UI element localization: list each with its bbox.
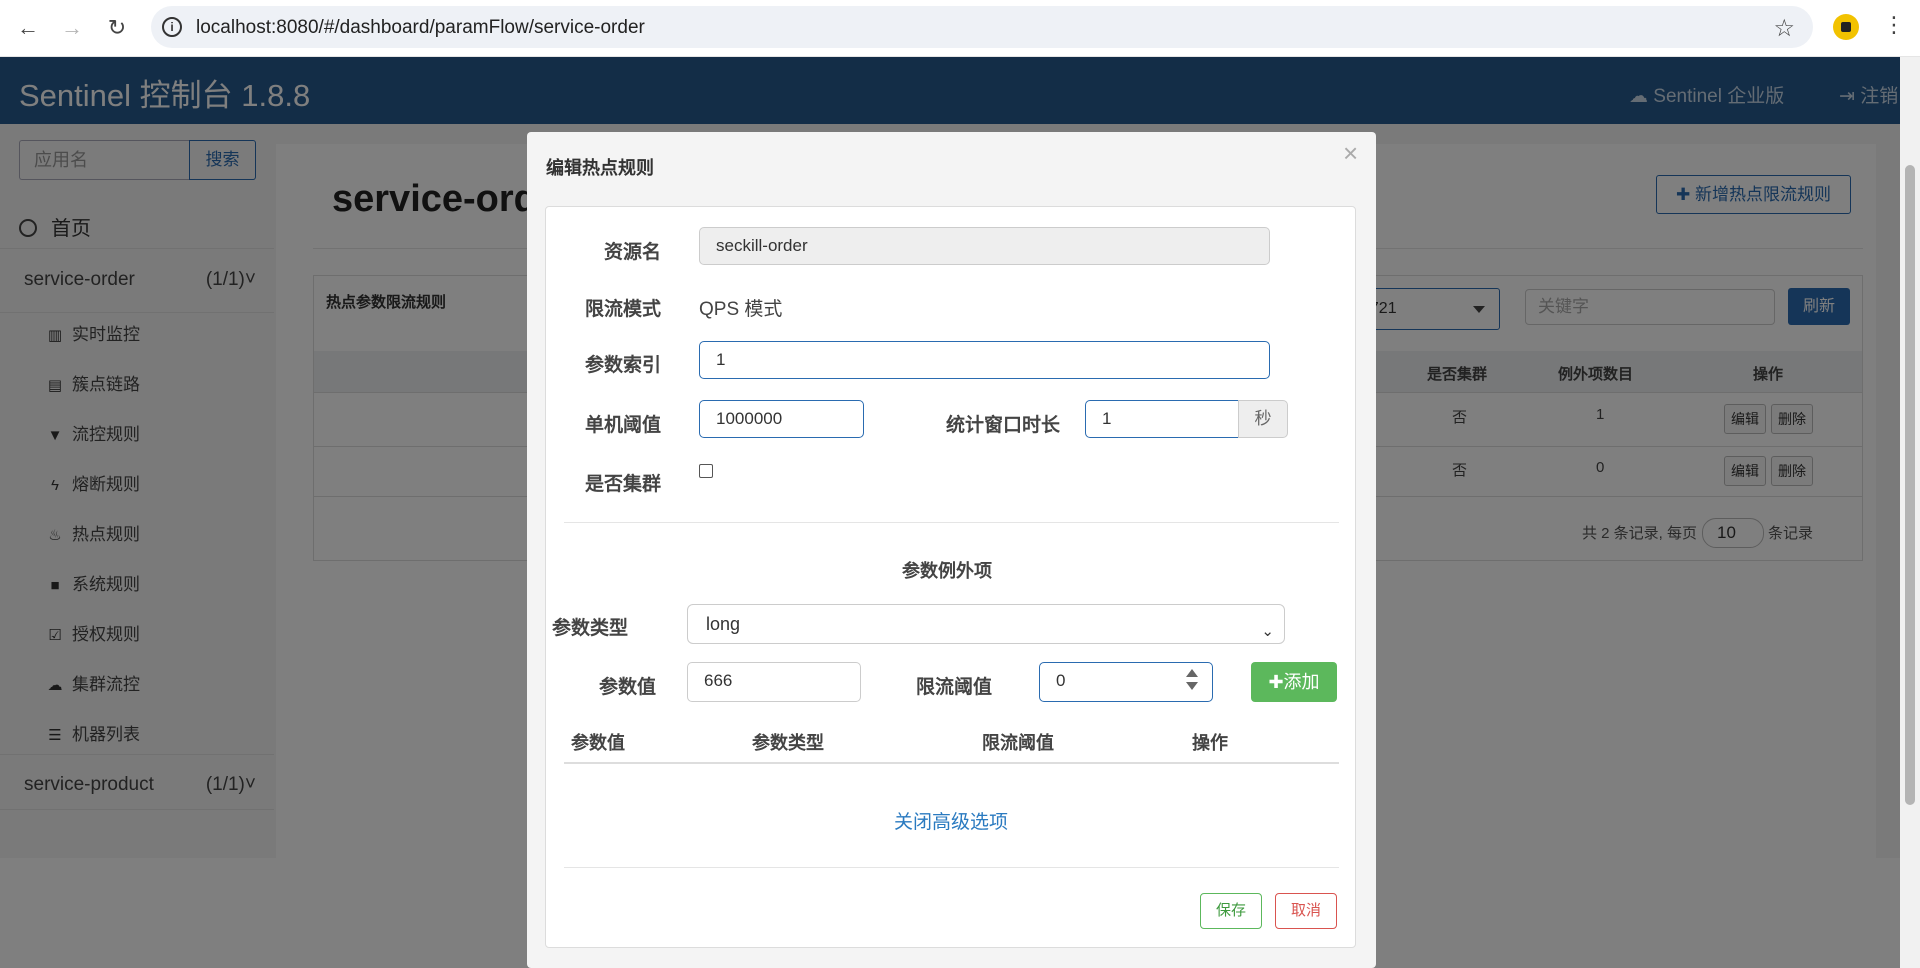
rule-form: 资源名 seckill-order 限流模式 QPS 模式 参数索引 1 单机阈…	[545, 206, 1356, 948]
spin-up-icon[interactable]	[1186, 669, 1198, 677]
url-text[interactable]: localhost:8080/#/dashboard/paramFlow/ser…	[196, 17, 645, 39]
param-type-label: 参数类型	[552, 618, 629, 639]
save-button[interactable]: 保存	[1200, 893, 1262, 929]
cluster-checkbox[interactable]	[699, 464, 713, 478]
exc-col-threshold: 限流阈值	[982, 733, 1054, 753]
back-arrow-icon[interactable]: ←	[14, 14, 42, 42]
window-label: 统计窗口时长	[945, 415, 1060, 436]
window-input[interactable]: 1	[1085, 400, 1239, 438]
param-value-input[interactable]: 666	[687, 662, 861, 702]
close-icon[interactable]: ×	[1343, 138, 1358, 169]
param-index-input[interactable]: 1	[699, 341, 1270, 379]
number-spinner[interactable]	[1186, 669, 1198, 693]
resource-label: 资源名	[603, 242, 661, 263]
exc-col-type: 参数类型	[752, 733, 824, 753]
mode-value: QPS 模式	[699, 299, 783, 320]
page-scrollbar[interactable]	[1900, 57, 1920, 968]
limit-threshold-value: 0	[1056, 671, 1066, 690]
limit-threshold-label: 限流阈值	[915, 677, 992, 698]
divider	[564, 867, 1339, 868]
spin-down-icon[interactable]	[1186, 682, 1198, 690]
address-bar[interactable]: i localhost:8080/#/dashboard/paramFlow/s…	[151, 6, 1813, 48]
threshold-input[interactable]: 1000000	[699, 400, 864, 438]
resource-name-field: seckill-order	[699, 227, 1270, 265]
reload-icon[interactable]: ↻	[103, 14, 131, 42]
edit-param-rule-dialog: 编辑热点规则 × 资源名 seckill-order 限流模式 QPS 模式 参…	[527, 132, 1376, 968]
divider	[564, 762, 1339, 764]
browser-toolbar: ← → ↻ i localhost:8080/#/dashboard/param…	[0, 0, 1920, 57]
param-index-label: 参数索引	[584, 355, 661, 376]
param-type-select[interactable]: long ⌄	[687, 604, 1285, 644]
exc-col-value: 参数值	[571, 733, 625, 753]
threshold-label: 单机阈值	[584, 415, 661, 436]
scrollbar-thumb[interactable]	[1905, 165, 1915, 805]
extension-icon[interactable]	[1833, 14, 1859, 40]
site-info-icon[interactable]: i	[162, 17, 182, 37]
param-type-value: long	[706, 614, 741, 634]
exception-section-title: 参数例外项	[902, 561, 992, 581]
browser-menu-icon[interactable]: ⋮	[1883, 12, 1905, 38]
chevron-down-icon: ⌄	[1261, 623, 1274, 640]
limit-threshold-input[interactable]: 0	[1039, 662, 1213, 702]
bookmark-star-icon[interactable]: ☆	[1773, 14, 1795, 43]
add-exception-button[interactable]: ✚添加	[1251, 662, 1337, 702]
dialog-title: 编辑热点规则	[546, 158, 654, 178]
mode-label: 限流模式	[584, 299, 661, 320]
divider	[564, 522, 1339, 523]
plus-icon: ✚	[1268, 672, 1284, 692]
exc-col-action: 操作	[1192, 733, 1228, 753]
param-value-label: 参数值	[598, 677, 656, 698]
window-unit: 秒	[1238, 400, 1288, 438]
close-advanced-link[interactable]: 关闭高级选项	[894, 807, 1008, 834]
cluster-label: 是否集群	[584, 474, 661, 495]
forward-arrow-icon[interactable]: →	[58, 14, 86, 42]
cancel-button[interactable]: 取消	[1275, 893, 1337, 929]
add-label: 添加	[1283, 672, 1320, 692]
